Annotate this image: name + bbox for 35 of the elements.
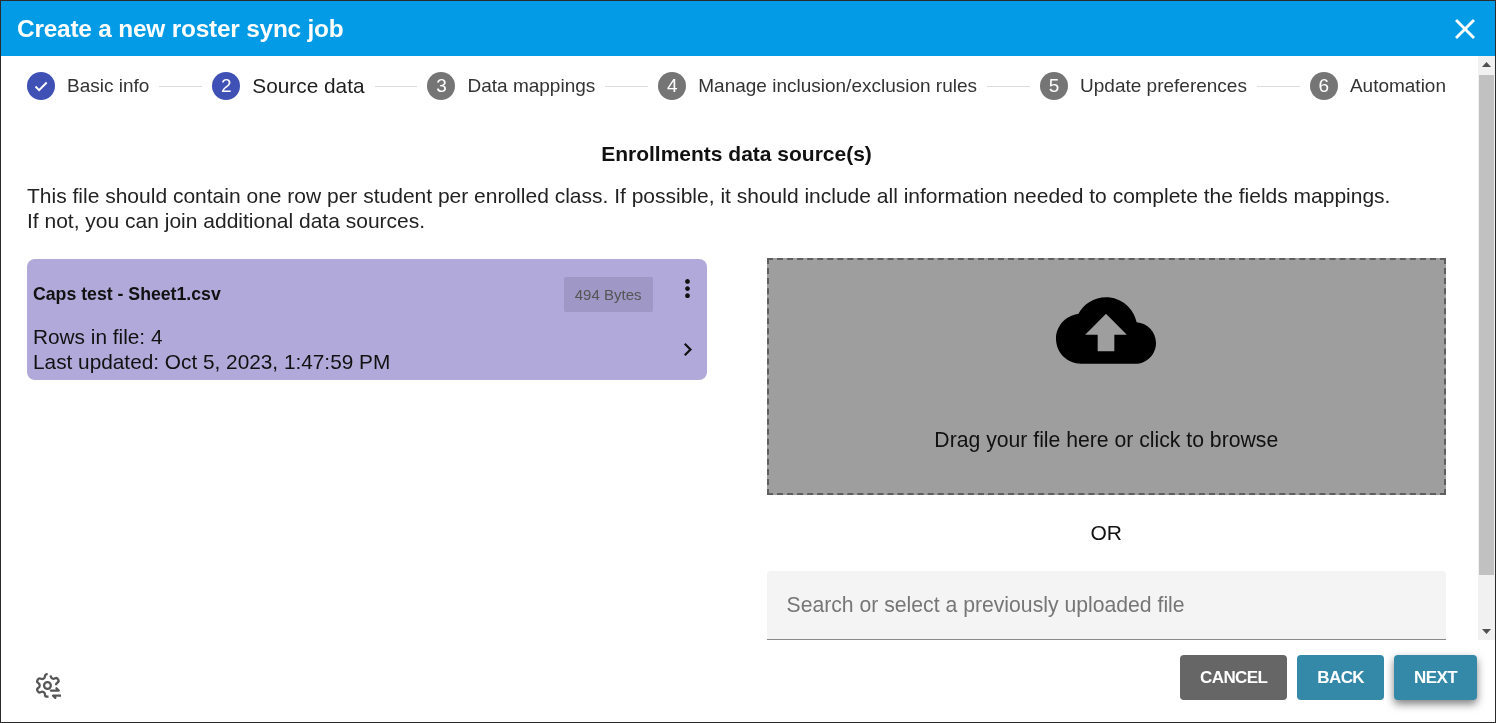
step-label: Update preferences xyxy=(1080,75,1247,97)
last-updated: Last updated: Oct 5, 2023, 1:47:59 PM xyxy=(33,349,392,374)
action-button[interactable]: BACK xyxy=(1297,655,1385,700)
step-number: 3 xyxy=(427,72,456,100)
action-button[interactable]: NEXT xyxy=(1394,655,1477,700)
or-separator: OR xyxy=(1089,521,1123,545)
section-description: This file should contain one row per student per enrolled class. If possible, it should include all information needed to complete the fields mappings. If not, you can join additional data sources. xyxy=(27,183,1392,233)
file-size-badge: 494 Bytes xyxy=(563,277,653,312)
scroll-up-icon[interactable] xyxy=(1482,62,1491,67)
step-label: Manage inclusion/exclusion rules xyxy=(698,75,978,97)
step-label: Basic info xyxy=(67,75,150,97)
step-label: Source data xyxy=(252,74,365,98)
rows-count: Rows in file: 4 xyxy=(33,324,164,349)
scroll-down-icon[interactable] xyxy=(1482,629,1491,634)
cancel-button[interactable]: CANCEL xyxy=(1180,655,1288,700)
step-label: Automation xyxy=(1349,75,1446,97)
step-number: 6 xyxy=(1309,72,1338,100)
dialog-title: Create a new roster sync job xyxy=(17,14,344,43)
file-dropzone[interactable]: Drag your file here or click to browse xyxy=(766,258,1446,495)
gear-sync-icon[interactable] xyxy=(35,673,61,699)
scrollbar-thumb[interactable] xyxy=(1479,75,1494,575)
more-options-icon[interactable] xyxy=(684,279,690,298)
search-field[interactable]: Search or select a previously uploaded file xyxy=(766,571,1446,640)
step-number: 2 xyxy=(212,72,241,100)
section-heading: Enrollments data source(s) xyxy=(600,142,873,166)
cloud-upload-icon xyxy=(1056,297,1157,364)
step-label: Data mappings xyxy=(467,75,596,97)
chevron-right-icon[interactable] xyxy=(683,342,692,356)
file-name: Caps test - Sheet1.csv xyxy=(33,284,222,305)
step-number: 5 xyxy=(1040,72,1069,100)
close-icon[interactable] xyxy=(1455,18,1475,39)
step-number: 4 xyxy=(658,72,687,100)
dropzone-hint: Drag your file here or click to browse xyxy=(934,428,1279,452)
scrollbar[interactable] xyxy=(1478,56,1495,640)
file-card[interactable]: Caps test - Sheet1.csv 494 Bytes Rows in file: 4 Last updated: Oct 5, 2023, 1:47:59 PM xyxy=(27,259,707,380)
